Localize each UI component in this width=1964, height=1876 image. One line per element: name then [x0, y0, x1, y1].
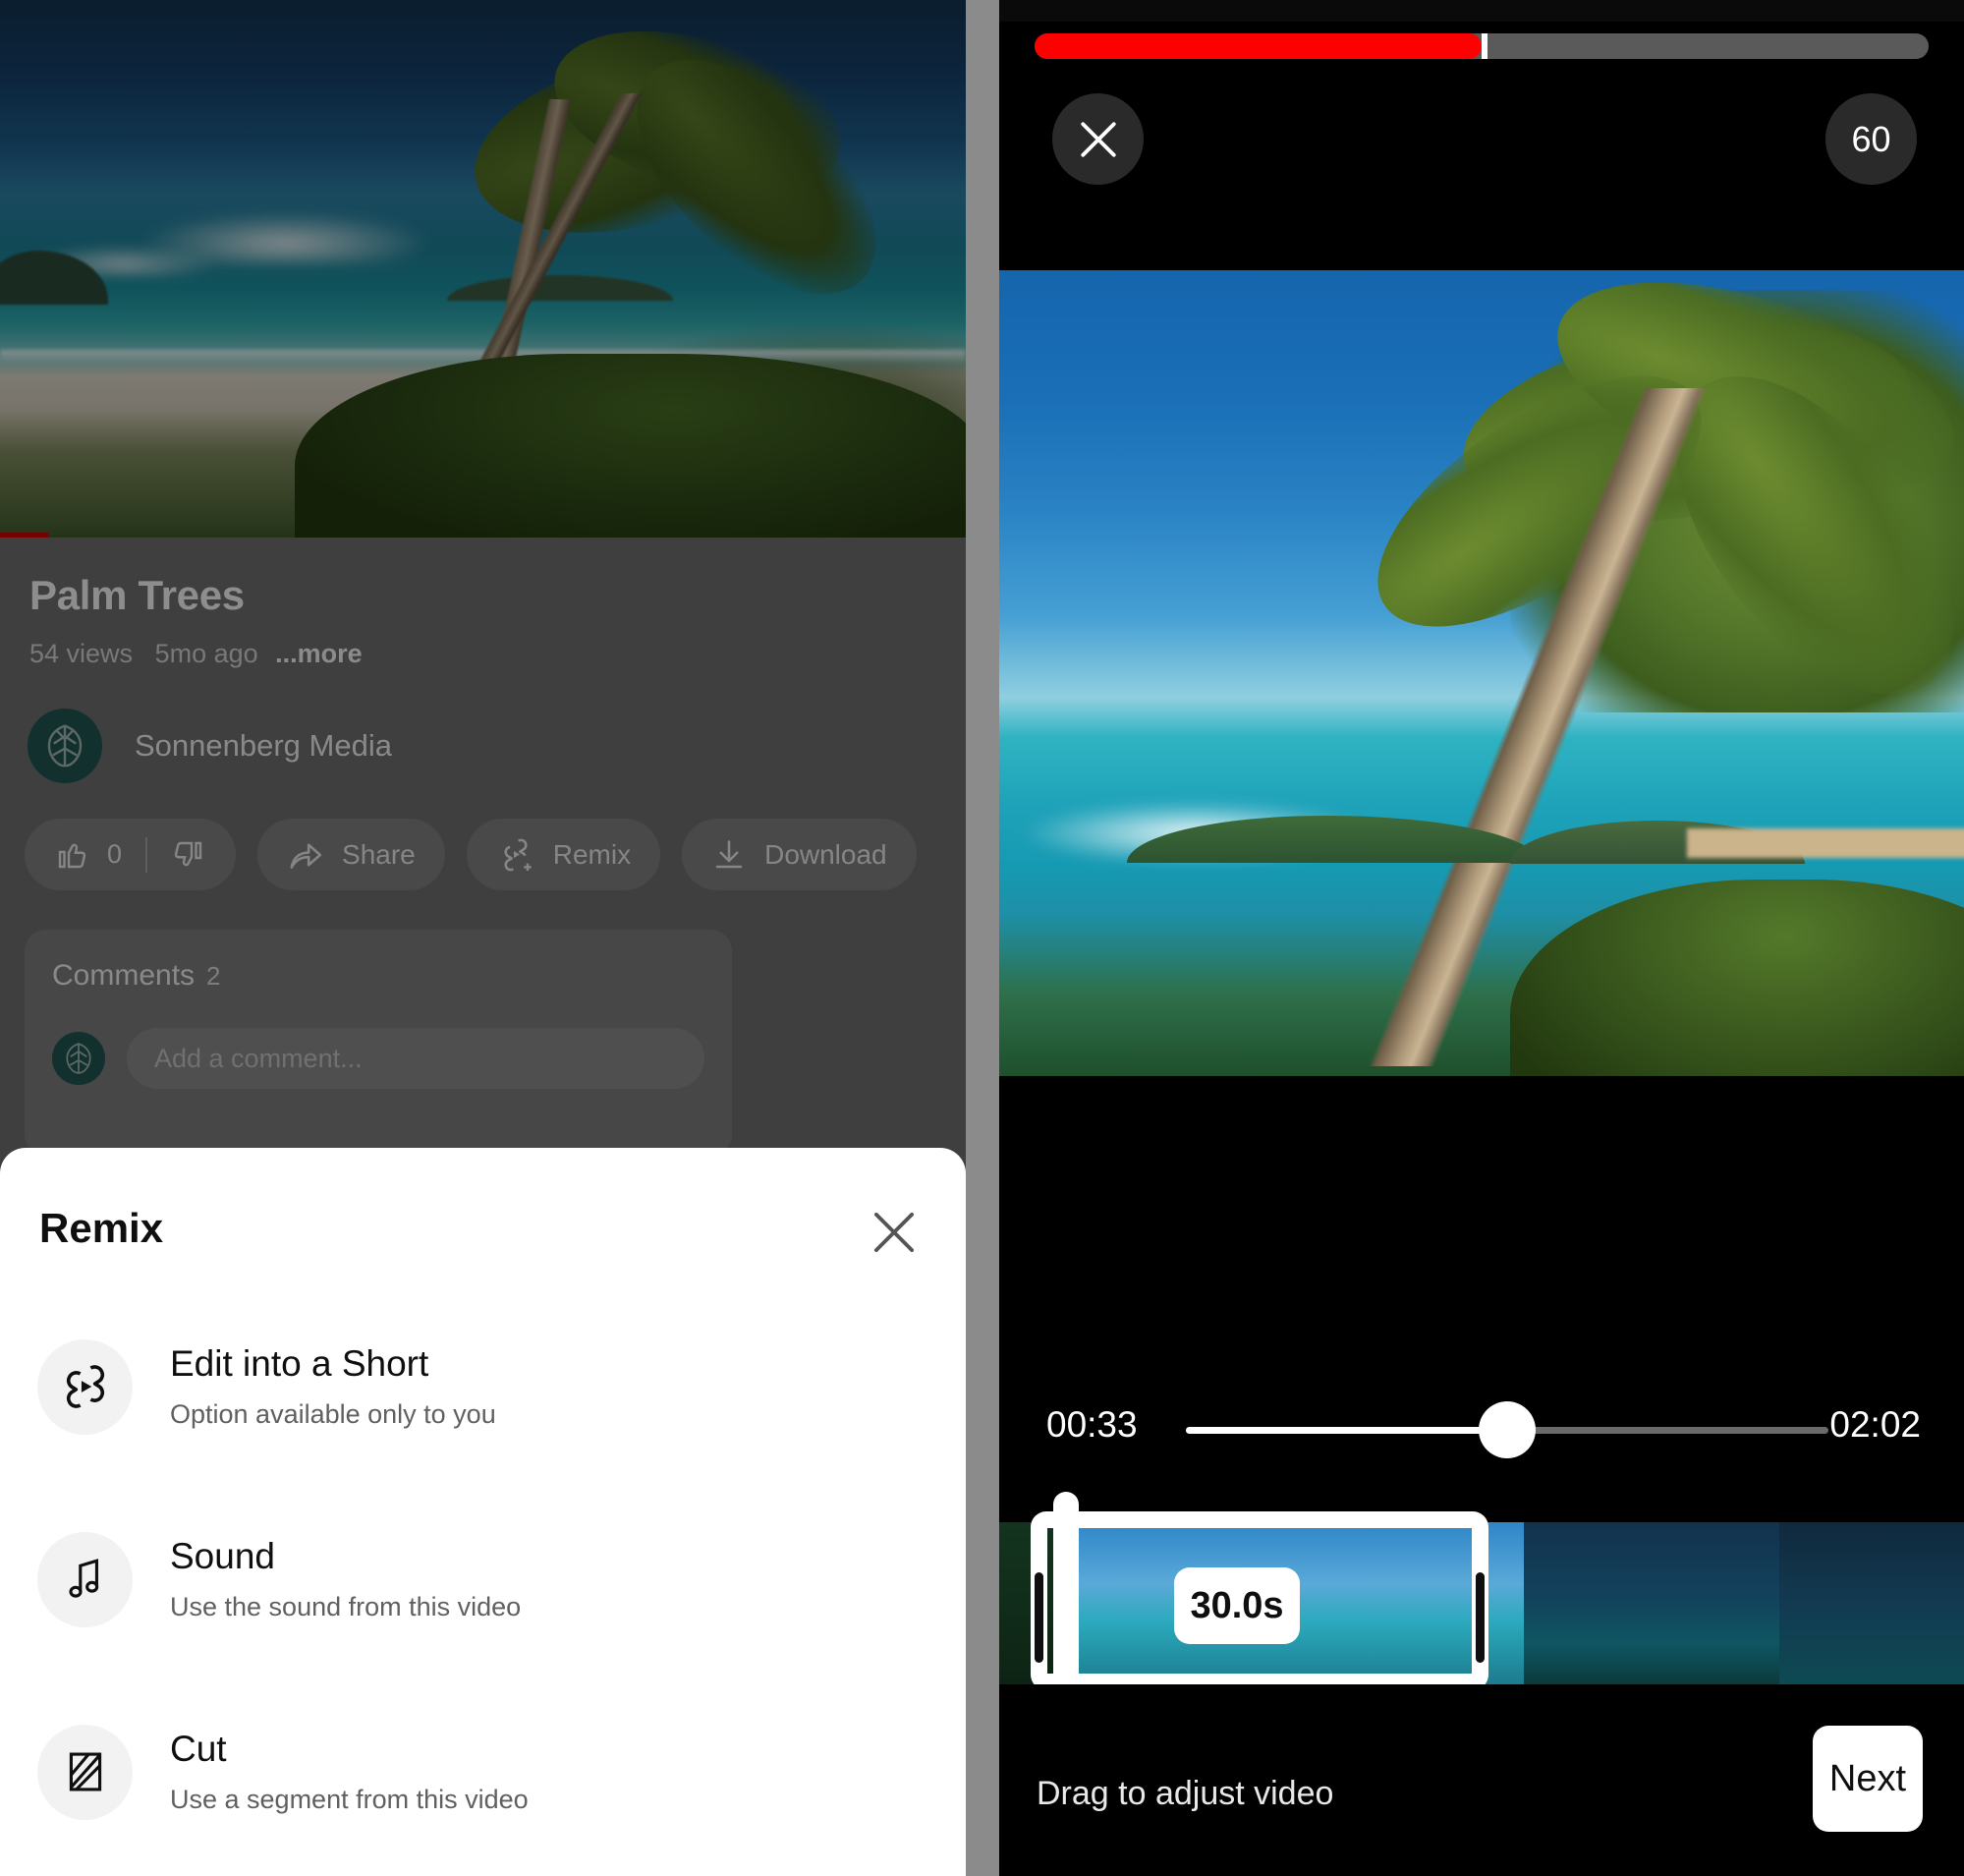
- option-subtitle: Use a segment from this video: [170, 1784, 529, 1814]
- recording-segment-marker: [1482, 33, 1487, 59]
- trim-duration-badge: 30.0s: [1174, 1567, 1300, 1644]
- option-icon-wrap: [37, 1531, 133, 1627]
- option-text: Sound Use the sound from this video: [170, 1536, 521, 1622]
- scrubber-handle[interactable]: [1479, 1401, 1536, 1458]
- shorts-icon: [66, 1365, 104, 1408]
- screenshot-root: Palm Trees 54 views 5mo ago ...more Sonn…: [0, 0, 1964, 1876]
- music-note-icon: [68, 1559, 98, 1598]
- option-text: Edit into a Short Option available only …: [170, 1343, 496, 1430]
- close-icon: [1080, 121, 1116, 157]
- close-button[interactable]: [864, 1202, 925, 1263]
- option-title: Edit into a Short: [170, 1343, 429, 1385]
- remix-sheet-title: Remix: [39, 1205, 164, 1251]
- option-title: Cut: [170, 1729, 227, 1770]
- current-time-label: 00:33: [1046, 1404, 1138, 1445]
- timeline-filmstrip[interactable]: [999, 1522, 1964, 1684]
- remix-option-cut[interactable]: Cut Use a segment from this video: [0, 1676, 966, 1868]
- sand-decor: [1687, 828, 1964, 858]
- scrubber-track[interactable]: [1186, 1401, 1828, 1458]
- recording-segment-bar[interactable]: [1035, 33, 1929, 59]
- editor-footer: Drag to adjust video Next: [999, 1684, 1964, 1876]
- option-title: Sound: [170, 1536, 275, 1577]
- option-subtitle: Option available only to you: [170, 1398, 496, 1429]
- playback-scrubber: 00:33 02:02: [999, 1381, 1964, 1479]
- remix-option-sound[interactable]: Sound Use the sound from this video: [0, 1483, 966, 1676]
- next-button[interactable]: Next: [1813, 1726, 1923, 1832]
- drag-hint-label: Drag to adjust video: [1037, 1775, 1334, 1812]
- total-time-label: 02:02: [1829, 1404, 1921, 1445]
- shorts-preview-video[interactable]: [999, 270, 1964, 1076]
- remix-sheet-header: Remix: [0, 1148, 966, 1290]
- option-icon-wrap: [37, 1724, 133, 1820]
- close-icon: [873, 1212, 915, 1253]
- filmstrip-frame: [1524, 1522, 1779, 1684]
- option-icon-wrap: [37, 1338, 133, 1435]
- option-text: Cut Use a segment from this video: [170, 1729, 529, 1815]
- cut-segment-icon: [69, 1752, 101, 1791]
- remix-bottom-sheet: Remix Edit into a Short Option available…: [0, 1148, 966, 1876]
- timeline-playhead[interactable]: [1053, 1492, 1079, 1710]
- filmstrip-frame: [1779, 1522, 1964, 1684]
- youtube-watch-panel: Palm Trees 54 views 5mo ago ...more Sonn…: [0, 0, 966, 1876]
- duration-badge[interactable]: 60: [1825, 93, 1917, 185]
- option-subtitle: Use the sound from this video: [170, 1591, 522, 1621]
- remix-option-edit-into-a-short[interactable]: Edit into a Short Option available only …: [0, 1290, 966, 1483]
- recording-segment-fill: [1035, 33, 1482, 59]
- status-bar: [999, 0, 1964, 22]
- shorts-editor-panel: 60 00:33 02:02 30.0s Drag to adjust vide…: [999, 0, 1964, 1876]
- scrubber-fill: [1186, 1427, 1507, 1434]
- close-button[interactable]: [1052, 93, 1144, 185]
